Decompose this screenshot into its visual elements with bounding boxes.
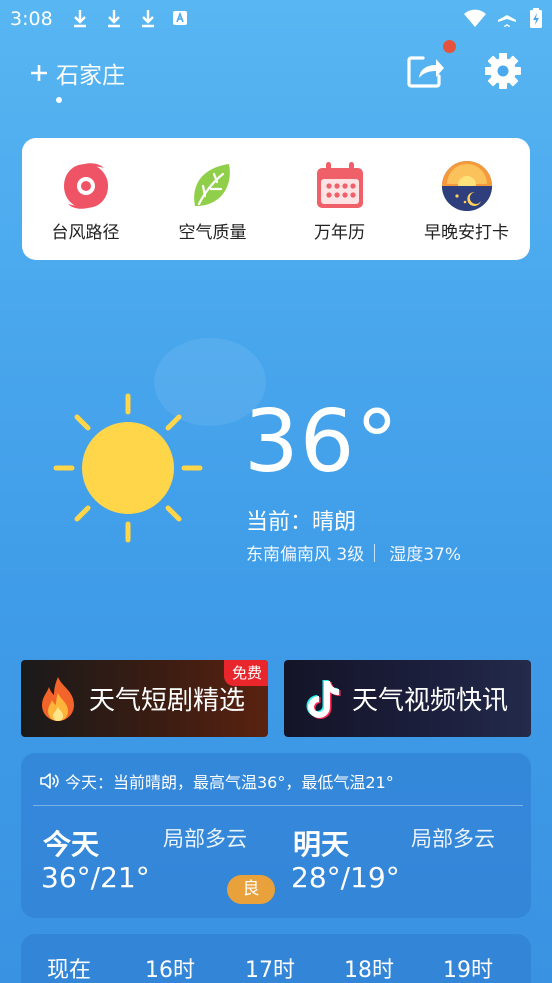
tool-calendar[interactable]: 万年历 (276, 138, 403, 260)
divider (374, 543, 376, 562)
wind-info: 东南偏南风 3级 (246, 545, 365, 565)
page-indicator-dot (56, 97, 62, 103)
humidity-info: 湿度37% (389, 545, 462, 565)
airplane-icon (498, 9, 516, 27)
share-icon[interactable] (406, 52, 446, 90)
hour-label: 19时 (443, 958, 493, 983)
aqi-badge: 良 (227, 875, 275, 904)
speaker-icon[interactable] (39, 772, 59, 790)
hour-label: 现在 (47, 958, 92, 983)
divider (33, 805, 523, 806)
current-temperature: 36° (244, 392, 400, 492)
hour-label: 18时 (344, 958, 394, 983)
download-icon (74, 10, 86, 28)
add-city-icon[interactable] (28, 62, 50, 84)
battery-charging-icon (530, 8, 542, 28)
tools-card: 台风路径 空气质量 万年历 早晚安打卡 (22, 138, 530, 260)
city-selector[interactable]: 石家庄 (28, 56, 125, 90)
tomorrow-temp-range: 28°/19° (291, 861, 400, 894)
tool-label: 台风路径 (51, 223, 120, 243)
today-label: 今天 (43, 828, 100, 861)
status-time: 3:08 (10, 8, 53, 30)
wifi-icon (464, 9, 486, 27)
a-notification-icon (173, 11, 187, 25)
hour-label: 16时 (145, 958, 195, 983)
calendar-icon (316, 162, 363, 208)
today-desc: 局部多云 (163, 827, 247, 851)
fire-icon (42, 676, 74, 721)
forecast-summary[interactable]: 今天：当前晴朗，最高气温36°，最低气温21° (39, 769, 394, 793)
download-icon (108, 10, 120, 28)
hourly-forecast-card[interactable]: 现在 16时 17时 18时 19时 (21, 934, 531, 983)
tomorrow-desc: 局部多云 (411, 827, 495, 851)
tiktok-icon (306, 679, 341, 719)
tool-label: 空气质量 (178, 223, 247, 243)
tomorrow-label: 明天 (293, 828, 350, 861)
download-icon (142, 10, 154, 28)
wind-humidity-row: 东南偏南风 3级 湿度37% (246, 540, 461, 565)
summary-text: 今天：当前晴朗，最高气温36°，最低气温21° (65, 773, 394, 792)
sunny-icon (53, 393, 203, 543)
weather-video-banner[interactable]: 天气视频快讯 (284, 660, 531, 737)
notification-dot (443, 40, 456, 53)
hour-label: 17时 (245, 958, 295, 983)
tool-air-quality[interactable]: 空气质量 (149, 138, 276, 260)
typhoon-icon (63, 163, 108, 209)
promo-label: 天气视频快讯 (352, 686, 509, 716)
city-name: 石家庄 (56, 63, 125, 89)
tool-label: 早晚安打卡 (424, 223, 509, 243)
promo-label: 天气短剧精选 (89, 686, 246, 716)
tool-checkin[interactable]: 早晚安打卡 (403, 138, 530, 260)
current-condition: 当前：晴朗 (246, 510, 357, 535)
leaf-icon (193, 164, 230, 206)
free-badge: 免费 (223, 660, 268, 686)
gear-icon[interactable] (484, 52, 522, 90)
today-temp-range: 36°/21° (41, 861, 150, 894)
status-bar: 3:08 (0, 0, 552, 38)
tool-typhoon[interactable]: 台风路径 (22, 138, 149, 260)
tool-label: 万年历 (314, 223, 365, 243)
forecast-card[interactable]: 今天：当前晴朗，最高气温36°，最低气温21° 今天 局部多云 36°/21° … (21, 753, 531, 918)
short-drama-banner[interactable]: 天气短剧精选 免费 (21, 660, 268, 737)
sunset-icon (441, 161, 492, 211)
